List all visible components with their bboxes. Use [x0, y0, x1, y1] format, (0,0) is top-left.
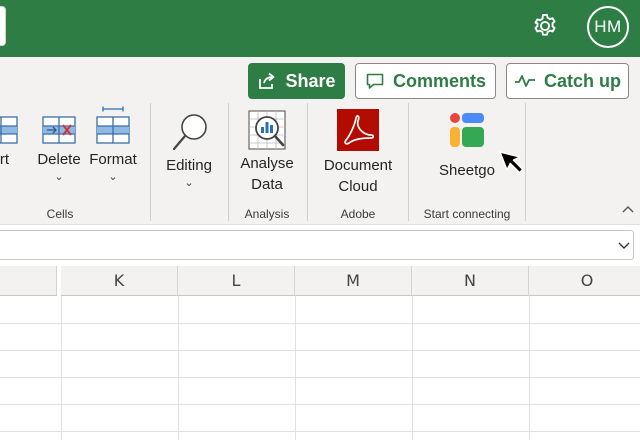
comments-label: Comments	[392, 70, 486, 91]
column-gridline	[529, 296, 530, 440]
adobe-acrobat-icon	[337, 109, 379, 151]
title-bar: HM	[0, 0, 640, 57]
chevron-down-icon: ⌄	[54, 171, 64, 183]
editing-button[interactable]: Editing ⌄	[160, 111, 218, 190]
chevron-down-icon: ⌄	[108, 171, 118, 183]
analyse-data-button[interactable]: Analyse Data	[236, 109, 298, 195]
share-label: Share	[285, 70, 336, 91]
catch-up-label: Catch up	[543, 70, 621, 91]
sheetgo-button[interactable]: Sheetgo	[430, 111, 504, 181]
document-cloud-label-2: Cloud	[338, 178, 378, 195]
column-header-j[interactable]: J	[0, 266, 57, 296]
magnifier-icon	[172, 114, 207, 151]
column-header-n[interactable]: N	[412, 266, 529, 296]
delete-label: Delete	[37, 151, 81, 168]
share-button[interactable]: Share	[248, 63, 345, 99]
column-header-o[interactable]: O	[529, 266, 640, 296]
group-divider	[307, 103, 308, 221]
adobe-group-label: Adobe	[340, 207, 376, 221]
analyse-data-label-1: Analyse	[240, 155, 294, 172]
start-connecting-group-label: Start connecting	[423, 207, 511, 221]
activity-icon	[514, 75, 535, 87]
row-gridline	[0, 431, 640, 432]
analyse-data-icon	[248, 110, 286, 150]
insert-button[interactable]: sert ⌄	[0, 113, 30, 184]
format-button[interactable]: Format ⌄	[87, 105, 139, 184]
analysis-group-label: Analysis	[244, 207, 290, 221]
insert-label: sert	[0, 151, 10, 168]
comment-icon	[366, 73, 384, 89]
column-gridline	[178, 296, 179, 440]
column-header-l[interactable]: L	[178, 266, 295, 296]
column-gridline	[61, 296, 62, 440]
chevron-down-icon: ⌄	[184, 177, 194, 189]
sheetgo-icon	[450, 113, 484, 147]
format-label: Format	[89, 151, 137, 168]
share-icon	[259, 72, 275, 89]
insert-cells-icon	[0, 116, 18, 144]
row-gridline	[0, 404, 640, 405]
column-gridline	[412, 296, 413, 440]
mouse-pointer-icon	[499, 151, 524, 174]
cells-group-label: Cells	[46, 207, 74, 221]
expand-formula-bar-icon[interactable]	[617, 238, 631, 252]
delete-button[interactable]: Delete ⌄	[34, 113, 84, 184]
analyse-data-label-2: Data	[251, 176, 283, 193]
group-divider	[408, 103, 409, 221]
group-divider	[228, 103, 229, 221]
delete-cells-icon	[42, 116, 76, 144]
group-divider	[150, 103, 151, 221]
search-box-edge[interactable]	[0, 6, 6, 46]
ribbon: Share Comments Catch up sert ⌄	[0, 57, 640, 225]
sheetgo-label: Sheetgo	[439, 162, 495, 179]
gear-icon[interactable]	[531, 12, 559, 40]
formula-bar[interactable]	[0, 230, 634, 260]
row-gridline	[0, 323, 640, 324]
document-cloud-label-1: Document	[323, 157, 393, 174]
column-header-m[interactable]: M	[295, 266, 412, 296]
format-cells-icon	[96, 106, 130, 144]
avatar[interactable]: HM	[587, 6, 629, 48]
sheet-grid[interactable]: J K L M N O	[0, 266, 640, 440]
column-header-k[interactable]: K	[61, 266, 178, 296]
editing-label: Editing	[166, 157, 212, 174]
collapse-ribbon-icon[interactable]	[621, 203, 635, 217]
column-gridline	[295, 296, 296, 440]
document-cloud-button[interactable]: Document Cloud	[316, 109, 400, 197]
row-gridline	[0, 350, 640, 351]
comments-button[interactable]: Comments	[355, 63, 496, 99]
row-gridline	[0, 377, 640, 378]
chevron-down-icon: ⌄	[0, 170, 30, 184]
catch-up-button[interactable]: Catch up	[506, 63, 629, 99]
